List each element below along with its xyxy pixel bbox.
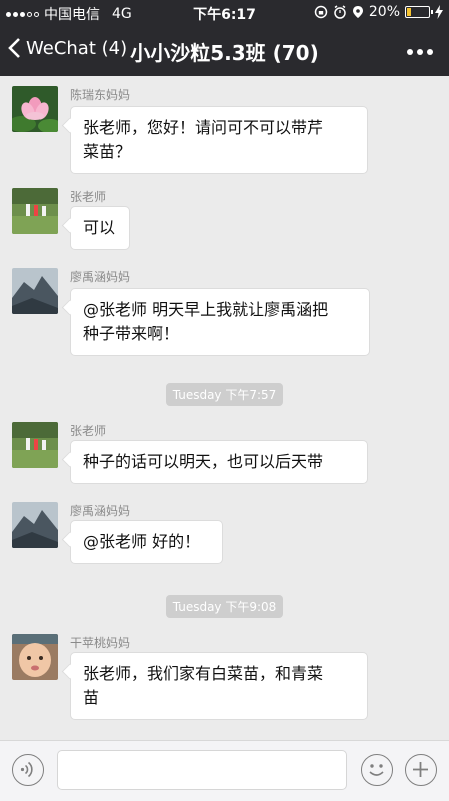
sender-name: 张老师 (70, 424, 107, 438)
message-text-line: 菜苗？ (83, 142, 132, 161)
message-text-line: @张老师 好的！ (83, 532, 201, 551)
timestamp: Tuesday 下午9:08 (0, 595, 449, 618)
sender-name: 张老师 (70, 190, 107, 204)
playground-avatar[interactable] (12, 188, 58, 234)
message-input[interactable] (57, 750, 347, 790)
message-bubble[interactable]: 种子的话可以明天，也可以后天带 (70, 440, 368, 484)
message-item: 张老师 可以 (0, 186, 449, 266)
message-text-line: 可以 (83, 218, 116, 237)
emoji-icon (369, 764, 384, 776)
location-icon (352, 6, 363, 18)
top-bar: 中国电信 4G 下午6:17 20% WeChat (4) 小小沙粒5.3班 (… (0, 0, 449, 76)
message-bubble[interactable]: 张老师，我们家有白菜苗，和青菜 苗 (70, 652, 368, 720)
sender-name: 廖禹涵妈妈 (70, 504, 131, 518)
message-item: 张老师 种子的话可以明天，也可以后天带 (0, 420, 449, 500)
status-bar: 中国电信 4G 下午6:17 20% (0, 0, 449, 26)
message-bubble[interactable]: 可以 (70, 206, 130, 250)
plus-icon (413, 762, 428, 777)
battery-fill (407, 8, 411, 16)
voice-button[interactable] (12, 754, 44, 786)
message-item: 陈瑞东妈妈 张老师，您好！请问可不可以带芹 菜苗？ (0, 76, 449, 186)
message-text-line: 种子的话可以明天，也可以后天带 (83, 452, 324, 471)
message-text-line: @张老师 明天早上我就让廖禹涵把 (83, 300, 329, 319)
message-item: 干苹桃妈妈 张老师，我们家有白菜苗，和青菜 苗 (0, 632, 449, 740)
status-right: 20% (314, 4, 443, 20)
message-item: 廖禹涵妈妈 @张老师 好的！ (0, 500, 449, 580)
timestamp-label: Tuesday 下午7:57 (165, 383, 284, 406)
lotus-flower-avatar[interactable] (12, 86, 58, 132)
mountain-avatar[interactable] (12, 502, 58, 548)
timestamp: Tuesday 下午7:57 (0, 383, 449, 406)
battery-icon (405, 6, 433, 18)
sender-name: 廖禹涵妈妈 (70, 270, 131, 284)
screen-lock-icon (314, 5, 328, 19)
input-bar (0, 740, 449, 801)
timestamp-label: Tuesday 下午9:08 (165, 595, 284, 618)
sender-name: 干苹桃妈妈 (70, 636, 131, 650)
plus-button[interactable] (405, 754, 437, 786)
sender-name: 陈瑞东妈妈 (70, 88, 131, 102)
mountain-avatar[interactable] (12, 268, 58, 314)
nav-bar: WeChat (4) 小小沙粒5.3班 (70) (0, 26, 449, 76)
alarm-icon (334, 5, 346, 19)
message-text-line: 张老师，您好！请问可不可以带芹 (83, 118, 324, 137)
message-text-line: 苗 (83, 688, 100, 707)
battery-percent: 20% (368, 4, 400, 20)
baby-avatar[interactable] (12, 634, 58, 680)
message-item: 廖禹涵妈妈 @张老师 明天早上我就让廖禹涵把 种子带来啊！ (0, 266, 449, 376)
playground-avatar[interactable] (12, 422, 58, 468)
message-bubble[interactable]: 张老师，您好！请问可不可以带芹 菜苗？ (70, 106, 368, 174)
message-text-line: 种子带来啊！ (83, 324, 180, 343)
chat-title: 小小沙粒5.3班 (70) (130, 41, 319, 65)
more-dots-icon[interactable] (407, 49, 433, 55)
message-text-line: 张老师，我们家有白菜苗，和青菜 (83, 664, 324, 683)
emoji-button[interactable] (361, 754, 393, 786)
message-bubble[interactable]: @张老师 明天早上我就让廖禹涵把 种子带来啊！ (70, 288, 370, 356)
chat-area[interactable]: 陈瑞东妈妈 张老师，您好！请问可不可以带芹 菜苗？ 张老师 可以 廖禹涵妈妈 @… (0, 76, 449, 740)
message-bubble[interactable]: @张老师 好的！ (70, 520, 223, 564)
charging-icon (435, 5, 443, 19)
voice-icon (20, 761, 33, 778)
